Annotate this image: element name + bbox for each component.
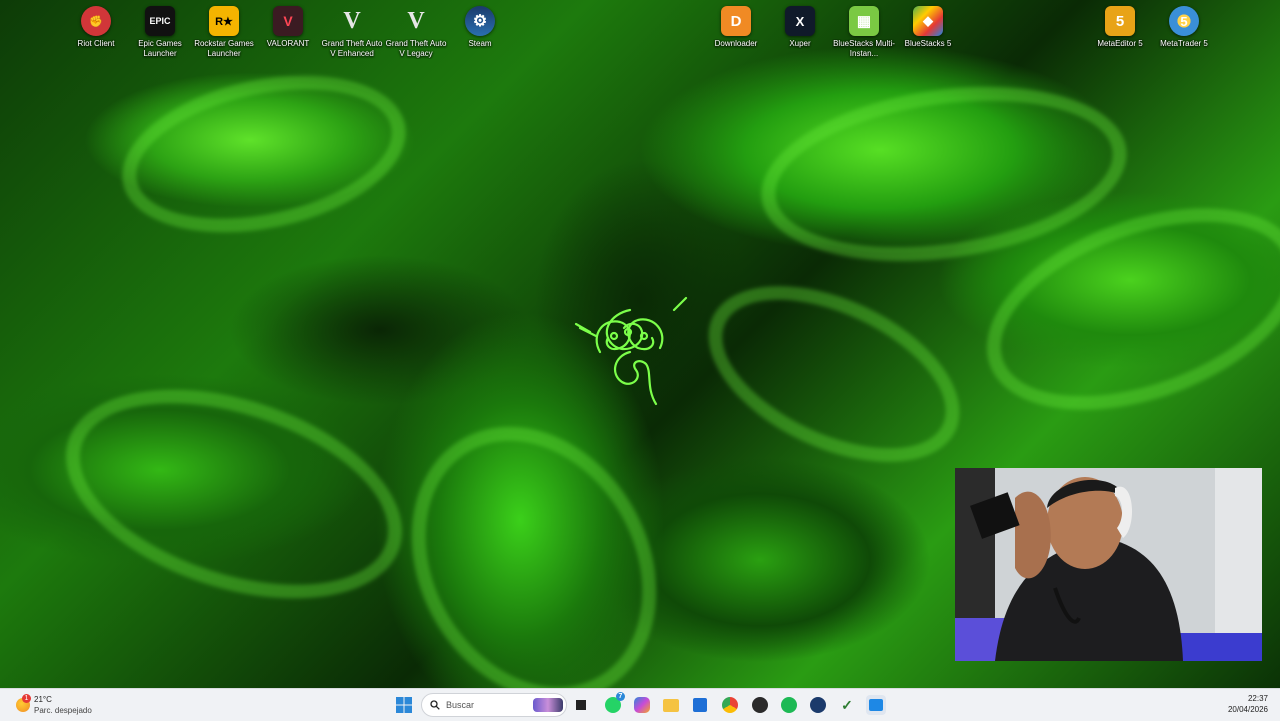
desktop-icon-label: Epic Games Launcher [138,39,182,58]
taskbar-razer[interactable]: ✓ [837,695,857,715]
taskbar-file-explorer[interactable] [661,695,681,715]
taskbar-copilot[interactable] [632,695,652,715]
razer-icon: ✓ [841,696,853,713]
spotify-icon [781,697,797,713]
clock-date: 20/04/2026 [1227,705,1268,714]
desktop-icon-epic-games[interactable]: EPIC Epic Games Launcher [128,6,192,59]
wallpaper-swirl [363,382,705,688]
task-view-icon [576,700,586,710]
taskbar-store[interactable] [690,695,710,715]
desktop-icon-riot-client[interactable]: ✊ Riot Client [64,6,128,49]
store-icon [693,698,707,712]
downloader-icon: D [721,6,751,36]
desktop-icon-valorant[interactable]: V VALORANT [256,6,320,49]
desktop-icon-xuper[interactable]: X Xuper [768,6,832,49]
start-button[interactable] [394,695,414,715]
razer-snake-logo [574,296,688,406]
webcam-overlay [955,468,1262,661]
desktop-icon-label: BlueStacks 5 [904,39,952,48]
rockstar-icon: R★ [209,6,239,36]
xuper-icon: X [785,6,815,36]
desktop-icon-bluestacks-5[interactable]: ◆ BlueStacks 5 [896,6,960,49]
epic-games-icon: EPIC [145,6,175,36]
windows-logo-icon [396,697,412,713]
riot-fist-icon: ✊ [81,6,111,36]
clock-time: 22:37 [1247,694,1268,703]
desktop-icon-label: VALORANT [266,39,310,48]
desktop-icon-label: MetaTrader 5 [1160,39,1208,48]
metatrader-icon: 5 [1169,6,1199,36]
taskbar-spotify[interactable] [779,695,799,715]
taskbar: 1 21°C Parc. despejado Buscar 7 ✓ 22:37 … [0,688,1280,721]
desktop-icon-bluestacks-multi[interactable]: ▦ BlueStacks Multi-Instan... [832,6,896,59]
desktop-icon-label: Xuper [789,39,811,48]
search-placeholder: Buscar [446,700,475,710]
weather-temp: 21°C [34,695,52,704]
metaeditor-icon: 5 [1105,6,1135,36]
taskbar-steam[interactable] [808,695,828,715]
gta-v-icon: V [407,7,425,34]
taskbar-chrome[interactable] [720,695,740,715]
folder-icon [663,698,679,712]
obs-icon [752,697,768,713]
desktop-icon-label: Steam [468,39,492,48]
taskbar-whatsapp[interactable]: 7 [603,692,625,715]
desktop-icon-downloader[interactable]: D Downloader [704,6,768,49]
weather-desc: Parc. despejado [34,706,92,715]
desktop-icon-label: Downloader [714,39,758,48]
desktop-icon-gta-v-enhanced[interactable]: V Grand Theft Auto V Enhanced [320,6,384,59]
wallpaper-swirl [39,350,429,638]
weather-badge: 1 [22,694,31,703]
taskbar-search[interactable]: Buscar [421,693,567,717]
desktop-icon-label: BlueStacks Multi-Instan... [833,39,895,58]
valorant-icon: V [273,6,303,36]
taskbar-task-view[interactable] [571,695,591,715]
bluestacks-icon: ◆ [913,6,943,36]
desktop-icon-label: Grand Theft Auto V Enhanced [321,39,383,58]
gta-v-icon: V [343,7,361,34]
desktop-icon-gta-v-legacy[interactable]: V Grand Theft Auto V Legacy [384,6,448,59]
desktop-icon-metatrader[interactable]: 5 MetaTrader 5 [1152,6,1216,49]
desktop-icon-label: MetaEditor 5 [1097,39,1143,48]
taskbar-active-app[interactable] [866,695,886,715]
bluestacks-multi-icon: ▦ [849,6,879,36]
webcam-person-image [955,468,1262,661]
desktop-icon-rockstar[interactable]: R★ Rockstar Games Launcher [192,6,256,59]
whatsapp-badge: 7 [616,692,625,701]
wallpaper-swirl [107,51,421,257]
desktop-icon-label: Grand Theft Auto V Legacy [385,39,447,58]
steam-icon: ⚙ [465,6,495,36]
search-highlight-image [533,698,563,712]
search-icon [430,700,440,710]
wallpaper-swirl [681,250,987,498]
desktop-icon-label: Riot Client [77,39,115,48]
weather-widget[interactable]: 1 21°C Parc. despejado [12,693,122,717]
steam-icon [810,697,826,713]
desktop-icon-metaeditor[interactable]: 5 MetaEditor 5 [1088,6,1152,49]
desktop-icon-label: Rockstar Games Launcher [194,39,254,58]
desktop-icon-steam[interactable]: ⚙ Steam [448,6,512,49]
system-clock[interactable]: 22:37 20/04/2026 [1228,693,1268,715]
app-window-icon [869,699,883,711]
copilot-icon [634,697,650,713]
chrome-icon [722,697,738,713]
taskbar-obs[interactable] [750,695,770,715]
